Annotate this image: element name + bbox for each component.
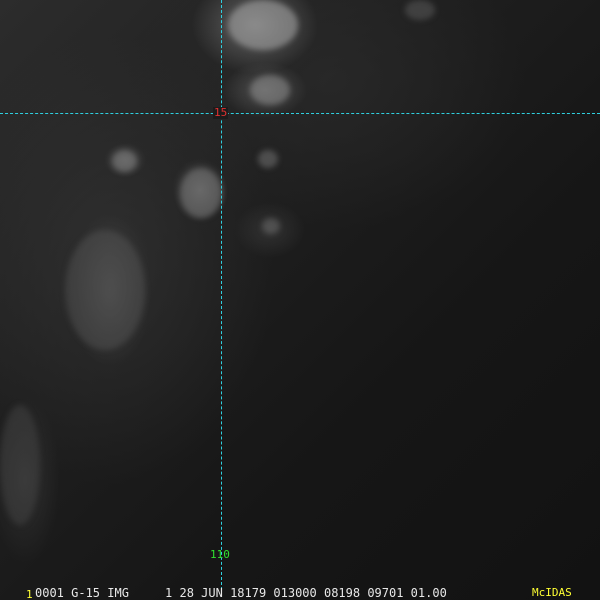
cloud-cluster bbox=[65, 230, 145, 350]
cloud-cluster bbox=[405, 0, 435, 20]
cloud-cluster bbox=[258, 150, 278, 168]
cloud-cluster bbox=[112, 150, 137, 172]
cloud-cluster bbox=[228, 0, 298, 50]
satellite-image-viewport[interactable]: 15 110 1 0001 G-15 IMG 1 28 JUN 18179 01… bbox=[0, 0, 600, 600]
cloud-cluster bbox=[250, 75, 290, 105]
frame-number: 1 bbox=[26, 588, 33, 600]
longitude-label: 110 bbox=[210, 548, 230, 561]
cloud-cluster bbox=[0, 405, 40, 525]
cloud-cluster bbox=[180, 168, 222, 218]
cloud-cluster bbox=[262, 218, 280, 234]
latitude-grid-line bbox=[0, 113, 600, 114]
mcidas-logo: McIDAS bbox=[532, 586, 572, 599]
image-info-bar: 1 0001 G-15 IMG 1 28 JUN 18179 013000 08… bbox=[0, 586, 600, 600]
longitude-grid-line bbox=[221, 0, 222, 590]
image-info-text: 0001 G-15 IMG 1 28 JUN 18179 013000 0819… bbox=[35, 586, 447, 600]
latitude-label: 15 bbox=[213, 106, 229, 119]
